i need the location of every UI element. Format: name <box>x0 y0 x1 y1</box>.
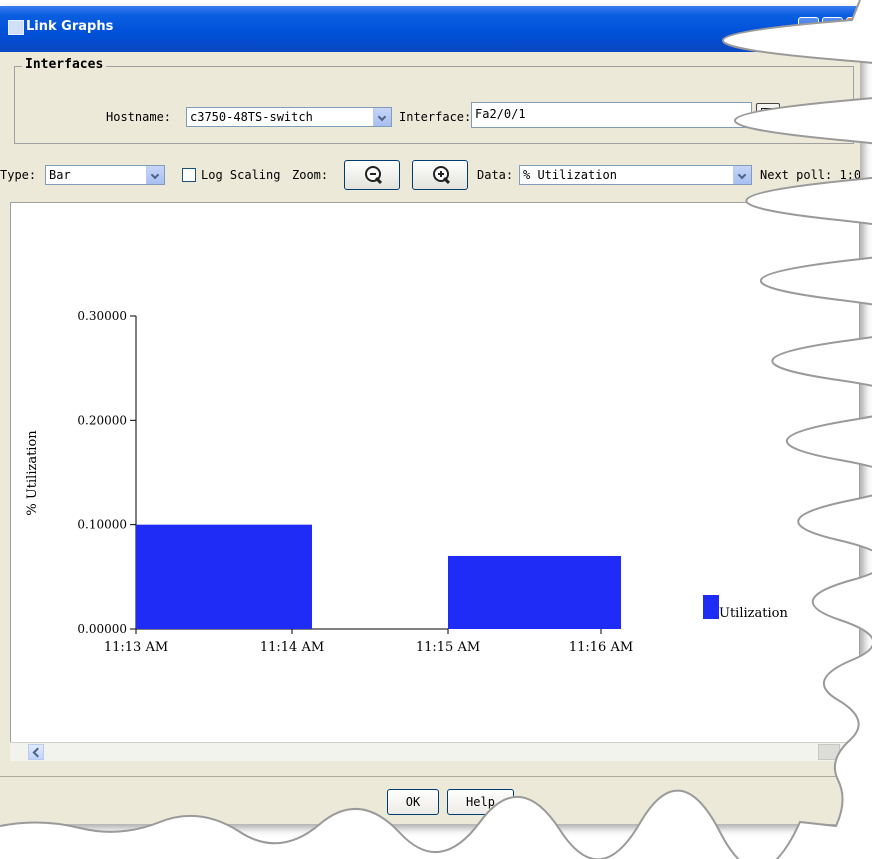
title-bar[interactable]: Link Graphs <box>0 6 860 52</box>
interface-value: Fa2/0/1 <box>475 107 526 121</box>
interface-label: Interface: <box>399 110 472 124</box>
footer-divider <box>0 776 860 777</box>
y-axis-label: % Utilization <box>25 430 40 516</box>
y-tick-label: 0.30000 <box>77 309 127 323</box>
data-label: Data: <box>477 168 514 182</box>
scroll-right-arrow-icon[interactable] <box>844 744 860 760</box>
legend-label: Utilization <box>719 606 788 621</box>
bar-2 <box>448 555 621 629</box>
zoom-in-icon-handle <box>442 176 451 185</box>
log-scaling-label: Log Scaling <box>201 168 281 182</box>
type-value: Bar <box>49 168 71 182</box>
data-value: % Utilization <box>523 168 617 182</box>
window-title: Link Graphs <box>26 19 114 34</box>
chart-pane: 0.00000 0.10000 0.20000 0.30000 11:13 AM 11:1… <box>10 202 860 748</box>
type-label: Type: <box>0 168 37 182</box>
maximize-button[interactable] <box>822 17 843 38</box>
log-scaling-checkbox[interactable] <box>182 168 196 182</box>
scroll-left-arrow-icon[interactable] <box>28 744 44 760</box>
help-button[interactable]: Help <box>447 789 514 815</box>
hostname-select[interactable]: c3750-48TS-switch <box>186 107 392 127</box>
zoom-out-button[interactable] <box>344 160 400 190</box>
bar-1 <box>136 524 312 629</box>
ok-button[interactable]: OK <box>387 789 439 815</box>
select-interface-button[interactable] <box>756 103 780 125</box>
chevron-down-icon[interactable] <box>733 166 751 184</box>
y-tick-label: 0.20000 <box>77 413 127 427</box>
interfaces-group-title: Interfaces <box>22 57 107 72</box>
hostname-label: Hostname: <box>106 110 172 124</box>
scroll-thumb[interactable] <box>818 744 840 760</box>
window-icon <box>8 20 24 35</box>
link-graphs-window: Link Graphs Interfaces Hostname: c3750-4… <box>0 6 860 824</box>
data-select[interactable]: % Utilization <box>519 165 752 185</box>
y-tick-label: 0.10000 <box>77 518 127 532</box>
close-button[interactable] <box>846 17 860 38</box>
zoom-label: Zoom: <box>292 168 329 182</box>
chevron-down-icon[interactable] <box>146 166 164 184</box>
hostname-value: c3750-48TS-switch <box>190 110 313 124</box>
chevron-down-icon[interactable] <box>373 108 391 126</box>
zoom-out-icon-handle <box>374 176 383 185</box>
type-select[interactable]: Bar <box>45 165 165 185</box>
x-tick-label: 11:14 AM <box>260 640 324 655</box>
x-tick-label: 11:15 AM <box>416 640 480 655</box>
next-poll-label: Next poll: 1:0 <box>760 168 860 182</box>
y-tick-label: 0.00000 <box>77 622 127 636</box>
x-tick-label: 11:16 AM <box>569 640 633 655</box>
legend-swatch <box>703 595 719 619</box>
horizontal-scrollbar[interactable] <box>10 742 860 761</box>
minimize-button[interactable] <box>798 17 819 38</box>
interface-field[interactable]: Fa2/0/1 <box>471 102 752 128</box>
x-tick-label: 11:13 AM <box>104 640 168 655</box>
zoom-in-button[interactable] <box>412 160 468 190</box>
utilization-chart: 0.00000 0.10000 0.20000 0.30000 11:13 AM 11:1… <box>25 309 788 655</box>
